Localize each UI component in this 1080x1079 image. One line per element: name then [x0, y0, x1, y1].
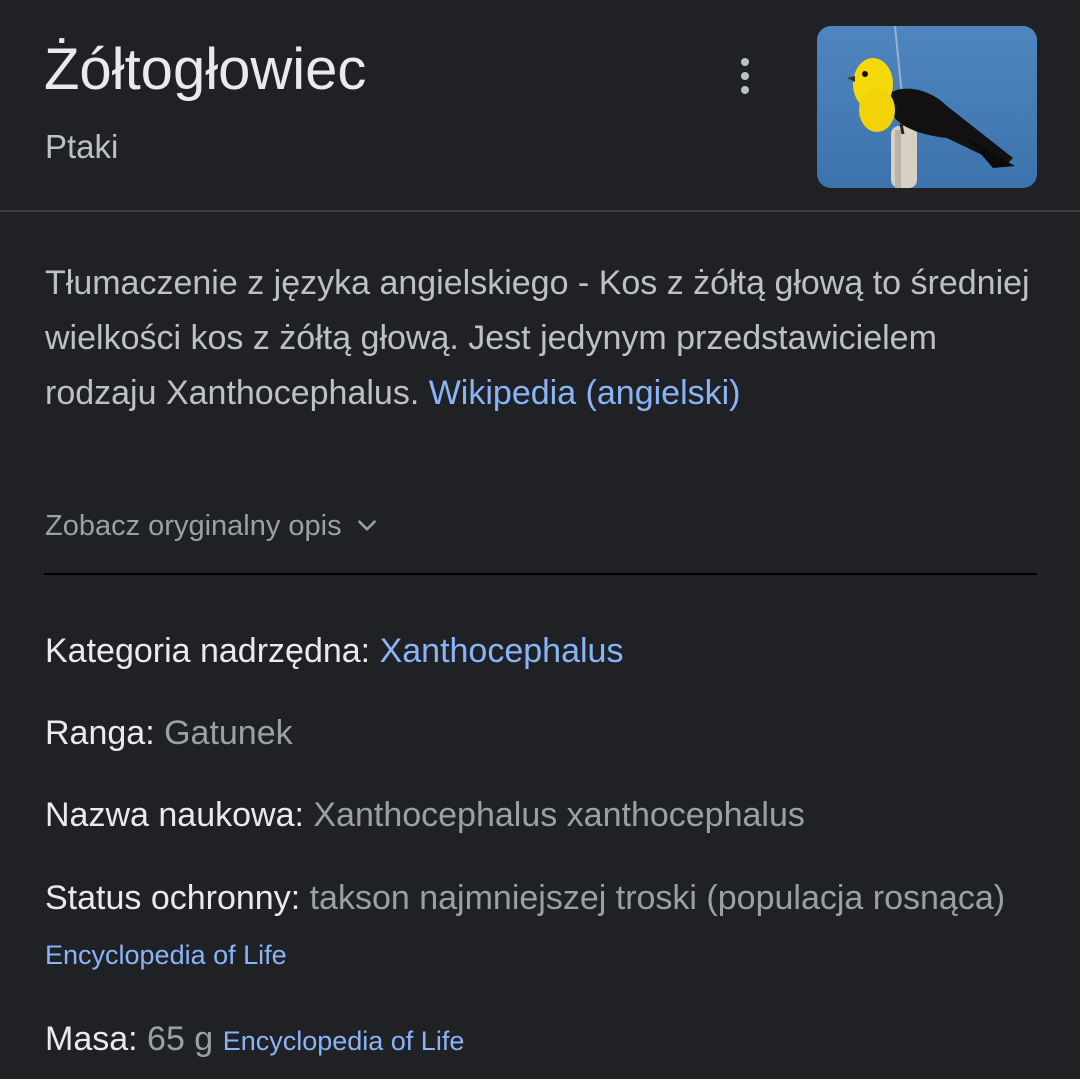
header-divider [0, 210, 1080, 212]
fact-label: Masa: [45, 1020, 138, 1058]
fact-value: 65 g [147, 1020, 214, 1058]
chevron-down-icon [357, 520, 376, 531]
wikipedia-source-link[interactable]: Wikipedia (angielski) [429, 374, 741, 412]
section-divider [44, 573, 1037, 575]
fact-conservation-status: Status ochronny: takson najmniejszej tro… [45, 871, 1035, 983]
entity-subtitle: Ptaki [45, 128, 119, 165]
entity-title: Żółtogłowiec [44, 37, 367, 102]
fact-value: Xanthocephalus xanthocephalus [313, 796, 805, 834]
more-options-button[interactable] [724, 50, 766, 102]
fact-label: Nazwa naukowa: [45, 796, 304, 834]
knowledge-panel-header: Żółtogłowiec Ptaki [0, 0, 1080, 211]
entity-image[interactable] [817, 26, 1037, 188]
fact-value: Gatunek [164, 714, 293, 752]
parent-category-link[interactable]: Xanthocephalus [380, 632, 624, 670]
more-vert-icon-dot [741, 72, 749, 80]
see-original-description-button[interactable]: Zobacz oryginalny opis [45, 505, 380, 547]
fact-label: Ranga: [45, 714, 155, 752]
see-original-label: Zobacz oryginalny opis [45, 509, 342, 542]
fact-rank: Ranga: Gatunek [45, 706, 1035, 761]
entity-description: Tłumaczenie z języka angielskiego - Kos … [45, 256, 1035, 421]
bird-photo-icon [817, 26, 1037, 188]
fact-parent-category: Kategoria nadrzędna: Xanthocephalus [45, 624, 1035, 679]
fact-label: Status ochronny: [45, 879, 301, 917]
encyclopedia-of-life-link[interactable]: Encyclopedia of Life [223, 1026, 465, 1056]
fact-scientific-name: Nazwa naukowa: Xanthocephalus xanthoceph… [45, 788, 1035, 843]
encyclopedia-of-life-link[interactable]: Encyclopedia of Life [45, 940, 287, 970]
fact-value: takson najmniejszej troski (populacja ro… [309, 879, 1006, 917]
more-vert-icon-dot [741, 86, 749, 94]
more-vert-icon [741, 58, 749, 66]
fact-label: Kategoria nadrzędna: [45, 632, 371, 670]
fact-mass: Masa: 65 g Encyclopedia of Life [45, 1012, 1035, 1069]
